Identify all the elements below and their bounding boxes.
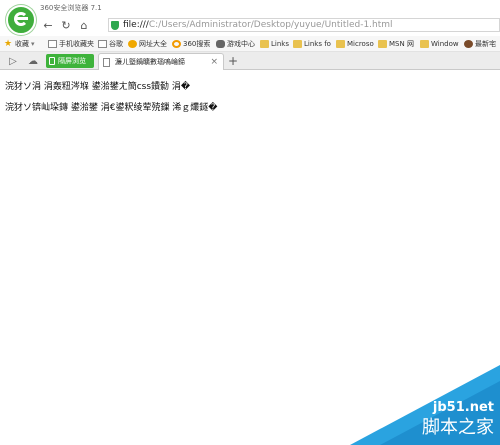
bookmark-item[interactable]: 最新宅 (464, 38, 496, 50)
bookmark-item[interactable]: 360搜索 (172, 38, 210, 50)
bookmarks-bar: ★ 收藏 ▾ 手机收藏夹 谷歌 网址大全 360搜索 游戏中心 Links Li… (0, 36, 500, 52)
address-bar[interactable]: file:///C:/Users/Administrator/Desktop/y… (108, 18, 500, 32)
star-icon: ★ (4, 39, 13, 49)
bookmark-label: 游戏中心 (227, 40, 255, 48)
tab-bar: ▷ ☁ 隔屏浏览 濂ㄦ墍鍋曠數瑙嗚崘鍗 × + (0, 52, 500, 70)
back-icon[interactable]: ← (40, 17, 56, 33)
watermark: jb51.net 脚本之家 (350, 365, 500, 445)
text-line-2: 浣犲ソ锛屾垜鏄 鍙湁鐢 涓€鍙粎绫荤殑鏁 浠ｇ爜鐩� (5, 103, 218, 113)
avatar-icon (464, 40, 473, 48)
folder-icon (420, 40, 429, 48)
bookmark-item[interactable]: Microso (336, 38, 374, 50)
bookmark-label: Links (271, 40, 289, 48)
bookmark-item[interactable]: Window (420, 38, 459, 50)
split-screen-button[interactable]: 隔屏浏览 (46, 54, 94, 68)
bookmark-label: 手机收藏夹 (59, 40, 94, 48)
close-icon[interactable]: × (210, 54, 218, 70)
folder-icon (336, 40, 345, 48)
bookmark-label: MSN 网 (389, 40, 414, 48)
refresh-icon[interactable]: ↻ (58, 17, 74, 33)
bookmark-label: 360搜索 (183, 40, 211, 48)
address-scheme: file:/// (123, 20, 149, 30)
chevron-down-icon: ▾ (31, 40, 35, 48)
page-icon (98, 40, 107, 48)
bookmark-item[interactable]: 网址大全 (128, 38, 167, 50)
bookmark-item[interactable]: 手机收藏夹 (48, 38, 94, 50)
bookmark-label: 谷歌 (109, 40, 123, 48)
title-bar: 360安全浏览器 7.1 (0, 0, 500, 14)
shield-icon (111, 21, 119, 30)
bookmark-label: 最新宅 (475, 40, 496, 48)
tab-title: 濂ㄦ墍鍋曠數瑙嗚崘鍗 (115, 58, 185, 66)
sidebar-toggle-icon[interactable]: ▷ (6, 54, 20, 68)
round-icon (128, 40, 137, 48)
bookmark-label: Links fo (304, 40, 331, 48)
new-tab-button[interactable]: + (226, 54, 240, 68)
browser-logo-icon (6, 5, 36, 35)
bookmark-item[interactable]: MSN 网 (378, 38, 414, 50)
folder-icon (378, 40, 387, 48)
folder-icon (293, 40, 302, 48)
bookmark-label: 收藏 (15, 40, 29, 48)
bookmark-favorites[interactable]: ★ 收藏 ▾ (4, 38, 35, 50)
bookmark-item[interactable]: Links fo (293, 38, 331, 50)
tab-active[interactable]: 濂ㄦ墍鍋曠數瑙嗚崘鍗 × (98, 53, 224, 70)
folder-icon (260, 40, 269, 48)
360-icon (172, 40, 181, 48)
split-screen-label: 隔屏浏览 (58, 57, 86, 65)
bookmark-item[interactable]: 游戏中心 (216, 38, 255, 50)
bookmark-label: Window (431, 40, 459, 48)
watermark-brand: 脚本之家 (422, 417, 494, 438)
document-icon (103, 58, 110, 67)
cloud-icon[interactable]: ☁ (26, 54, 40, 68)
home-icon[interactable]: ⌂ (76, 17, 92, 33)
page-icon (48, 40, 57, 48)
bookmark-label: Microso (347, 40, 374, 48)
app-title: 360安全浏览器 7.1 (40, 4, 102, 12)
navigation-bar: ← ↻ ⌂ file:///C:/Users/Administrator/Des… (36, 16, 500, 34)
phone-icon (49, 57, 55, 65)
text-line-1: 浣犲ソ涓 涓轰粈涔堢 鍙湁鐢ㄤ簡css鐨勬 涓� (5, 82, 191, 92)
bookmark-item[interactable]: Links (260, 38, 289, 50)
address-path: C:/Users/Administrator/Desktop/yuyue/Unt… (148, 20, 393, 30)
bookmark-item[interactable]: 谷歌 (98, 38, 123, 50)
game-icon (216, 40, 225, 48)
bookmark-label: 网址大全 (139, 40, 167, 48)
